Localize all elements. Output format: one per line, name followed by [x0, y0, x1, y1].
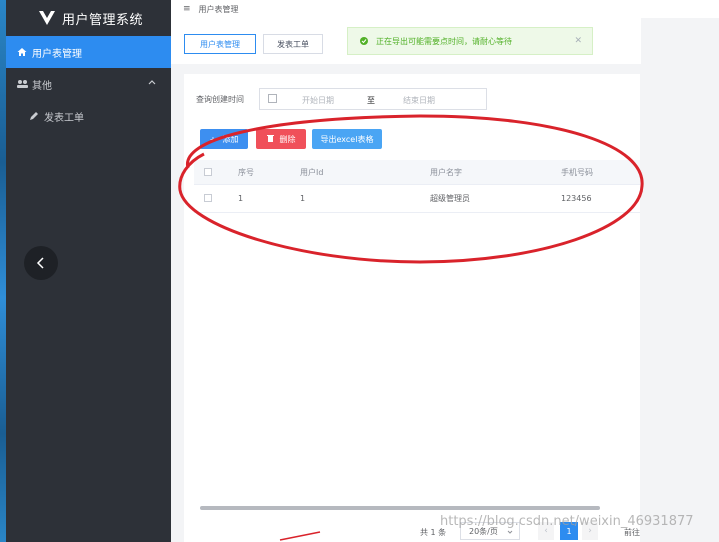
- breadcrumb: 用户表管理: [198, 4, 239, 14]
- tab-label: 用户表管理: [200, 39, 240, 49]
- tab-label: 发表工单: [277, 39, 309, 49]
- select-all-checkbox[interactable]: [204, 160, 212, 184]
- table-header: 序号 用户Id 用户名字 手机号码: [194, 160, 640, 185]
- chevron-up-icon: [147, 77, 157, 87]
- export-button-label: 导出excel表格: [320, 134, 374, 144]
- sidebar-item-other[interactable]: 其他: [6, 68, 171, 100]
- export-excel-button[interactable]: 导出excel表格: [312, 129, 382, 149]
- group-icon: [16, 78, 28, 90]
- date-separator: 至: [367, 96, 375, 105]
- row-checkbox[interactable]: [204, 184, 212, 212]
- export-toast: 正在导出可能需要点时间，请耐心等待 ✕: [347, 27, 593, 55]
- close-icon[interactable]: ✕: [574, 36, 582, 46]
- user-table: 序号 用户Id 用户名字 手机号码 1 1 超级管理员 123456: [194, 160, 640, 213]
- table-cell: 超级管理员: [430, 193, 470, 203]
- column-header: 用户名字: [430, 167, 462, 177]
- add-button[interactable]: + 添加: [200, 129, 248, 149]
- toast-message: 正在导出可能需要点时间，请耐心等待: [376, 36, 512, 46]
- table-cell: 1: [238, 193, 244, 203]
- watermark: https://blog.csdn.net/weixin_46931877: [440, 514, 694, 529]
- calendar-icon: [268, 94, 277, 103]
- delete-button[interactable]: 删除: [256, 129, 306, 149]
- tab-user-table[interactable]: 用户表管理: [184, 34, 256, 54]
- content-panel: 查询创建时间 开始日期 至 结束日期 + 添加 删除 导出excel表格 序号 …: [184, 74, 640, 542]
- tabs-row: 用户表管理 发表工单 正在导出可能需要点时间，请耐心等待 ✕: [171, 18, 641, 64]
- home-icon: [16, 46, 28, 58]
- sidebar-item-label: 用户表管理: [32, 48, 82, 60]
- pencil-icon: [28, 110, 40, 122]
- trash-icon: [266, 134, 274, 144]
- end-date-input[interactable]: 结束日期: [403, 95, 435, 106]
- column-header: 序号: [238, 167, 254, 177]
- menu-toggle-icon[interactable]: ≡: [183, 4, 191, 14]
- horizontal-scrollbar[interactable]: [200, 506, 600, 510]
- sidebar: 用户管理系统 用户表管理 其他 发表工单: [6, 0, 171, 542]
- column-header: 用户Id: [300, 167, 324, 177]
- tab-submit-ticket[interactable]: 发表工单: [263, 34, 323, 54]
- table-row[interactable]: 1 1 超级管理员 123456: [194, 184, 640, 213]
- app-title: 用户管理系统: [62, 12, 144, 28]
- add-button-label: 添加: [222, 134, 239, 144]
- sidebar-item-submit-ticket[interactable]: 发表工单: [6, 100, 171, 132]
- delete-button-label: 删除: [279, 134, 296, 144]
- collapse-sidebar-button[interactable]: [24, 246, 58, 280]
- chevron-left-icon: [36, 257, 44, 269]
- sidebar-item-label: 其他: [32, 80, 52, 92]
- logo-icon: [38, 9, 56, 27]
- table-cell: 1: [300, 193, 306, 203]
- start-date-input[interactable]: 开始日期: [302, 95, 334, 106]
- sidebar-item-user-table[interactable]: 用户表管理: [6, 36, 171, 68]
- page: 用户管理系统 用户表管理 其他 发表工单 ≡ 用户表管理 用户表管理 发表工单 …: [0, 0, 719, 542]
- column-header: 手机号码: [561, 167, 593, 177]
- plus-icon: +: [209, 134, 217, 144]
- success-icon: [360, 37, 368, 45]
- date-range-picker[interactable]: 开始日期 至 结束日期: [259, 88, 487, 110]
- filter-label: 查询创建时间: [196, 95, 244, 104]
- topbar: ≡ 用户表管理: [171, 0, 719, 18]
- table-cell: 123456: [561, 193, 592, 203]
- sidebar-item-label: 发表工单: [44, 112, 84, 124]
- sidebar-header: 用户管理系统: [6, 0, 171, 36]
